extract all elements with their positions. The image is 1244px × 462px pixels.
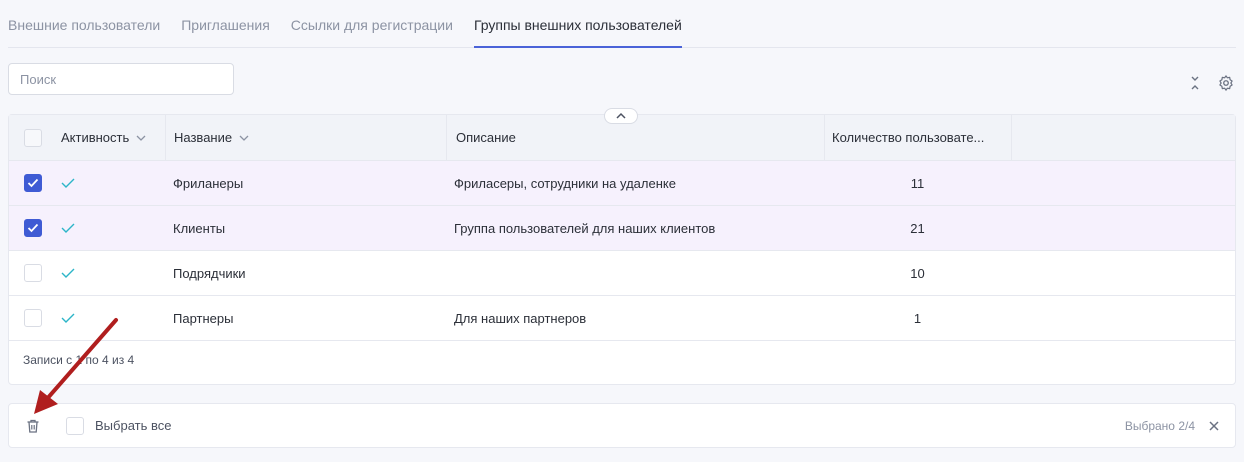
active-status-icon xyxy=(61,206,75,250)
active-status-icon xyxy=(61,161,75,205)
tab-registration-links[interactable]: Ссылки для регистрации xyxy=(291,0,453,47)
table-row[interactable]: Подрядчики 10 xyxy=(9,251,1235,296)
chevron-up-icon xyxy=(616,112,626,119)
checkmark-icon xyxy=(27,178,39,188)
row-name: Фриланеры xyxy=(173,175,244,191)
collapse-icon[interactable] xyxy=(1186,74,1204,92)
chevron-down-icon xyxy=(239,135,249,141)
row-description: Фриласеры, сотрудники на удаленке xyxy=(454,175,676,191)
table-row[interactable]: Партнеры Для наших партнеров 1 xyxy=(9,296,1235,341)
row-count: 10 xyxy=(910,265,925,281)
tab-external-user-groups[interactable]: Группы внешних пользователей xyxy=(473,0,682,48)
row-name: Подрядчики xyxy=(173,265,246,281)
row-description: Для наших партнеров xyxy=(454,310,587,326)
settings-icon[interactable] xyxy=(1217,74,1235,92)
row-count: 21 xyxy=(910,220,925,236)
table-row[interactable]: Фриланеры Фриласеры, сотрудники на удале… xyxy=(9,161,1235,206)
selected-count: Выбрано 2/4 xyxy=(1124,419,1195,433)
header-checkbox[interactable] xyxy=(24,129,42,147)
column-activity[interactable]: Активность xyxy=(61,115,146,160)
row-name: Клиенты xyxy=(173,220,226,236)
select-all-checkbox[interactable] xyxy=(66,417,84,435)
row-checkbox[interactable] xyxy=(24,174,42,192)
chevron-down-icon xyxy=(136,135,146,141)
column-name[interactable]: Название xyxy=(174,115,249,160)
row-count: 1 xyxy=(913,310,922,326)
column-user-count[interactable]: Количество пользовате... xyxy=(832,115,984,160)
row-checkbox[interactable] xyxy=(24,219,42,237)
table-row[interactable]: Клиенты Группа пользователей для наших к… xyxy=(9,206,1235,251)
tab-external-users[interactable]: Внешние пользователи xyxy=(8,0,160,47)
bulk-action-bar: Выбрать все Выбрано 2/4 xyxy=(8,403,1236,448)
collapse-filters-button[interactable] xyxy=(604,108,638,124)
active-status-icon xyxy=(61,251,75,295)
close-icon[interactable] xyxy=(1207,419,1221,433)
tab-bar: Внешние пользователи Приглашения Ссылки … xyxy=(8,0,1236,48)
groups-table: Активность Название Описание Количество … xyxy=(8,114,1236,385)
trash-icon[interactable] xyxy=(25,418,41,434)
row-checkbox[interactable] xyxy=(24,264,42,282)
search-input[interactable] xyxy=(8,63,234,95)
select-all-label[interactable]: Выбрать все xyxy=(95,418,171,433)
column-description[interactable]: Описание xyxy=(456,115,516,160)
checkmark-icon xyxy=(27,223,39,233)
tab-invitations[interactable]: Приглашения xyxy=(181,0,270,47)
row-name: Партнеры xyxy=(173,310,234,326)
row-checkbox[interactable] xyxy=(24,309,42,327)
row-count: 11 xyxy=(910,175,925,191)
active-status-icon xyxy=(61,296,75,340)
pagination-info: Записи с 1 по 4 из 4 xyxy=(23,353,135,367)
row-description: Группа пользователей для наших клиентов xyxy=(454,220,716,236)
